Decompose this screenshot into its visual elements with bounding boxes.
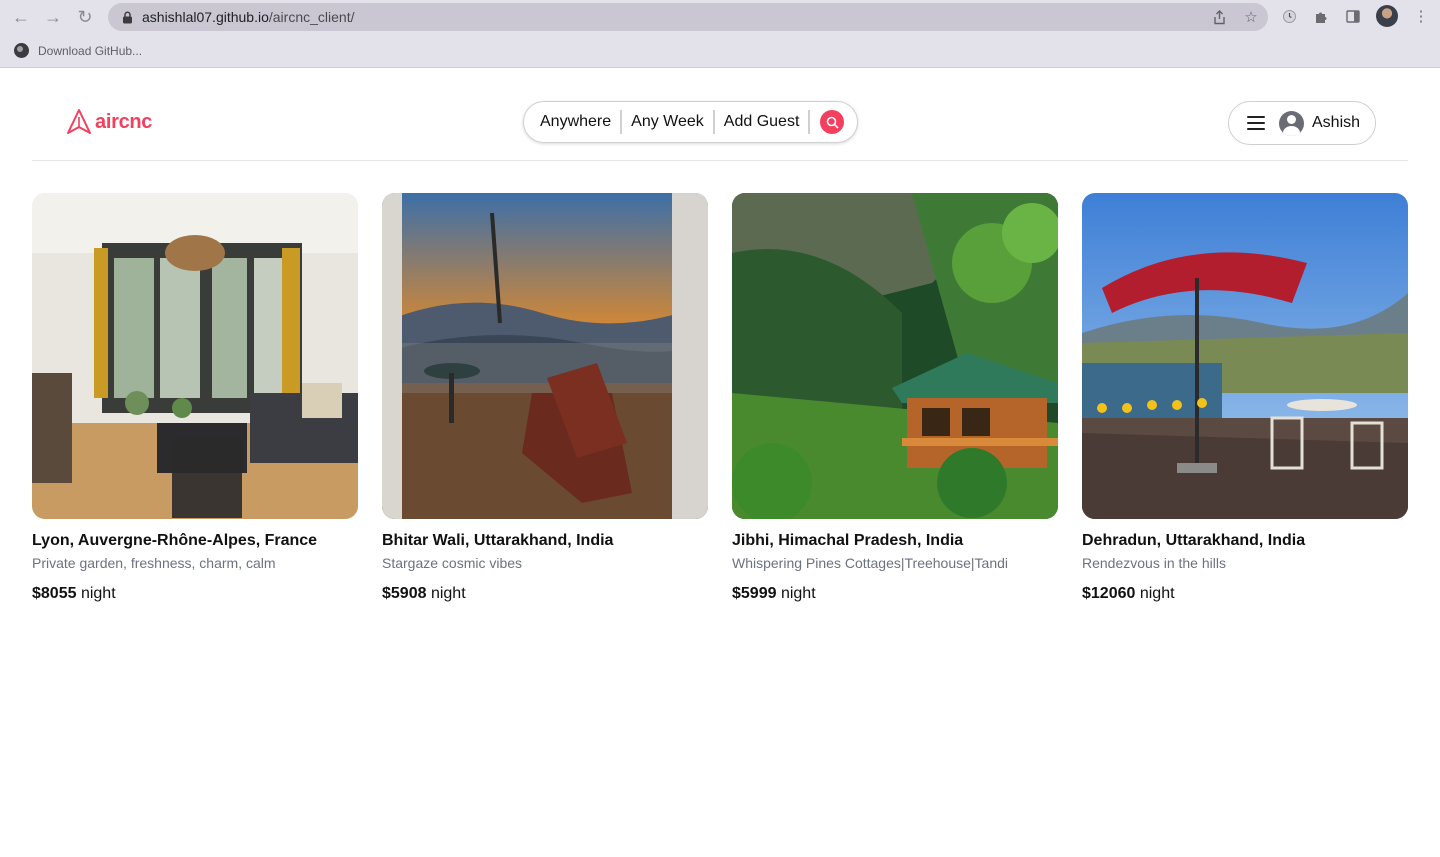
avatar (1279, 110, 1304, 136)
listing-title: Bhitar Wali, Uttarakhand, India (382, 532, 614, 549)
share-icon[interactable] (1210, 7, 1228, 27)
search-bar[interactable]: Anywhere Any Week Add Guest (523, 101, 858, 143)
listing-subtitle: Private garden, freshness, charm, calm (32, 555, 276, 571)
listing-subtitle: Whispering Pines Cottages|Treehouse|Tand… (732, 555, 1009, 571)
side-panel-icon[interactable] (1344, 5, 1362, 27)
address-bar[interactable]: ashishlal07.github.io/aircnc_client/ ☆ (108, 3, 1268, 31)
url-text: ashishlal07.github.io/aircnc_client/ (142, 9, 355, 25)
extension-clock-icon[interactable] (1280, 5, 1298, 27)
any-week-button[interactable]: Any Week (622, 110, 715, 134)
search-icon (826, 116, 839, 129)
bookmark-star-icon[interactable]: ☆ (1242, 7, 1260, 27)
globe-icon (14, 43, 29, 58)
listings-grid: Lyon, Auvergne-Rhône-Alpes, France Priva… (32, 193, 1408, 603)
listing-title: Jibhi, Himachal Pradesh, India (732, 532, 964, 549)
user-name: Ashish (1312, 114, 1361, 131)
listing-subtitle: Stargaze cosmic vibes (382, 555, 523, 571)
listing-card[interactable]: Lyon, Auvergne-Rhône-Alpes, France Priva… (32, 193, 358, 603)
listing-photo-dehradun[interactable] (1082, 193, 1408, 519)
listing-subtitle: Rendezvous in the hills (1082, 555, 1226, 571)
logo-text: aircnc (95, 110, 153, 133)
listing-photo-jibhi[interactable] (732, 193, 1058, 519)
listing-card[interactable]: Jibhi, Himachal Pradesh, India Whisperin… (732, 193, 1058, 603)
profile-avatar[interactable] (1376, 5, 1398, 27)
listing-card[interactable]: Bhitar Wali, Uttarakhand, India Stargaze… (382, 193, 708, 603)
app-header: aircnc Anywhere Any Week Add Guest Ashis… (32, 68, 1408, 161)
kebab-menu-icon[interactable]: ⋮ (1412, 5, 1430, 27)
extensions-puzzle-icon[interactable] (1312, 5, 1330, 27)
listing-price: $12060 night (1082, 585, 1175, 602)
anywhere-button[interactable]: Anywhere (540, 110, 623, 134)
listing-price: $5999 night (732, 585, 816, 602)
hamburger-menu-icon (1247, 116, 1265, 130)
listing-title: Dehradun, Uttarakhand, India (1082, 532, 1306, 549)
logo-icon (67, 109, 91, 134)
listing-price: $8055 night (32, 585, 116, 602)
logo[interactable]: aircnc (66, 108, 152, 136)
bookmarks-bar: Download GitHub... (0, 34, 1440, 68)
listing-card[interactable]: Dehradun, Uttarakhand, India Rendezvous … (1082, 193, 1408, 603)
listing-photo-lyon[interactable] (32, 193, 358, 519)
forward-arrow-icon[interactable]: → (37, 0, 69, 34)
add-guest-button[interactable]: Add Guest (715, 110, 811, 134)
browser-toolbar: ← → ↻ ashishlal07.github.io/aircnc_clien… (0, 0, 1440, 34)
user-menu-button[interactable]: Ashish (1228, 101, 1376, 145)
lock-icon (120, 10, 134, 24)
reload-icon[interactable]: ↻ (69, 0, 101, 34)
search-button[interactable] (820, 110, 845, 134)
listing-price: $5908 night (382, 585, 466, 602)
bookmark-item[interactable]: Download GitHub... (38, 44, 142, 58)
back-arrow-icon[interactable]: ← (5, 0, 37, 34)
listing-photo-bhitar-wali[interactable] (382, 193, 708, 519)
listing-title: Lyon, Auvergne-Rhône-Alpes, France (32, 532, 318, 549)
